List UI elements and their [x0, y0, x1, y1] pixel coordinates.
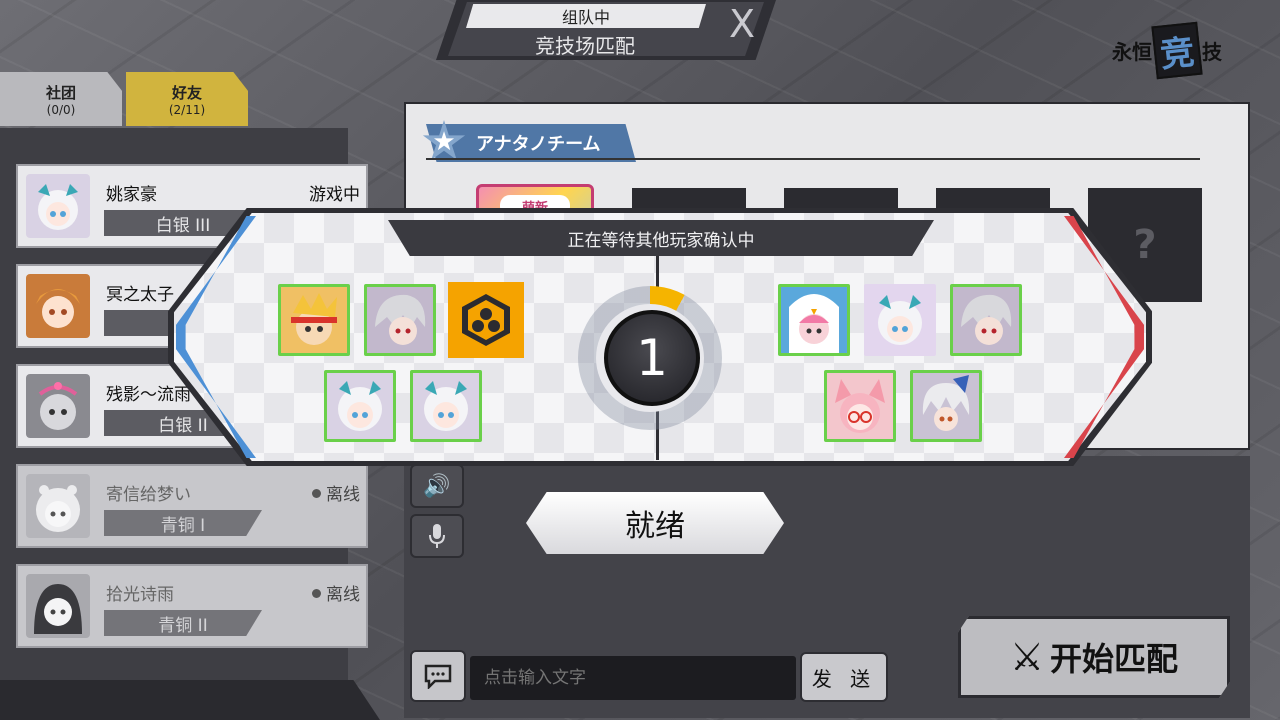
friend-name: 拾光诗雨: [106, 585, 174, 605]
start-match-button[interactable]: ⚔ 开始匹配: [958, 616, 1230, 698]
friend-status: 离线: [312, 480, 360, 505]
tab-club-label: 社团: [45, 83, 76, 102]
send-button[interactable]: 发 送: [800, 652, 888, 702]
mode-title: 竞技场匹配: [535, 33, 635, 58]
red-hero-portrait: [910, 370, 982, 442]
chat-input[interactable]: [470, 656, 796, 700]
tab-friends-label: 好友: [171, 83, 202, 102]
blue-hero-portrait: [324, 370, 396, 442]
tab-club[interactable]: 社团 (0/0): [0, 72, 122, 126]
friend-name: 残影～流雨: [106, 385, 191, 405]
start-match-label: 开始匹配: [1050, 640, 1179, 678]
friend-avatar: [26, 574, 90, 638]
chat-button[interactable]: [410, 650, 466, 702]
bottom-left-strip: [0, 680, 380, 720]
friend-name: 姚家豪: [106, 185, 157, 205]
friend-avatar: [26, 374, 90, 438]
friend-avatar: [26, 474, 90, 538]
countdown-timer: 1: [604, 310, 700, 406]
blue-hero-portrait: [364, 284, 436, 356]
friend-rank: 青铜 I: [104, 510, 262, 536]
friend-status: 游戏中: [309, 185, 360, 205]
team-divider: [426, 158, 1200, 160]
friend-rank: 青铜 II: [104, 610, 262, 636]
friend-avatar: [26, 274, 90, 338]
speaker-icon: 🔊: [423, 473, 451, 499]
blue-hero-portrait: [278, 284, 350, 356]
logo-text-2: 竞: [1151, 21, 1203, 79]
friend-name: 寄信给梦い: [106, 485, 191, 505]
friend-status: 离线: [312, 580, 360, 605]
hexagon-rank-icon: [448, 282, 524, 358]
microphone-icon: [429, 524, 445, 548]
ready-button[interactable]: 就绪: [526, 492, 784, 554]
red-hero-portrait: [824, 370, 896, 442]
crossed-swords-icon: ⚔: [1009, 635, 1045, 679]
logo-text-3: 技: [1202, 39, 1222, 64]
microphone-button[interactable]: [410, 514, 464, 558]
waiting-banner: 正在等待其他玩家确认中: [388, 220, 934, 256]
team-status-label: 组队中: [466, 4, 706, 28]
tab-club-count: (0/0): [46, 102, 76, 117]
red-hero-portrait: [864, 284, 936, 356]
red-hero-portrait: [950, 284, 1022, 356]
logo-text-1: 永恒: [1112, 39, 1152, 64]
game-logo: 永恒 竞 技: [1112, 20, 1272, 80]
blue-hero-portrait: [410, 370, 482, 442]
chat-bubble-icon: [424, 664, 452, 689]
team-banner: アナタノチーム: [426, 124, 636, 162]
speaker-button[interactable]: 🔊: [410, 464, 464, 508]
tab-friends[interactable]: 好友 (2/11): [126, 72, 248, 126]
red-hero-portrait: [778, 284, 850, 356]
friend-name: 冥之太子: [106, 285, 174, 305]
friend-avatar: [26, 174, 90, 238]
tab-friends-count: (2/11): [168, 102, 206, 117]
friend-card[interactable]: 寄信给梦い 离线 青铜 I: [16, 464, 368, 548]
friend-card[interactable]: 拾光诗雨 离线 青铜 II: [16, 564, 368, 648]
cancel-match-button[interactable]: X: [722, 4, 762, 44]
